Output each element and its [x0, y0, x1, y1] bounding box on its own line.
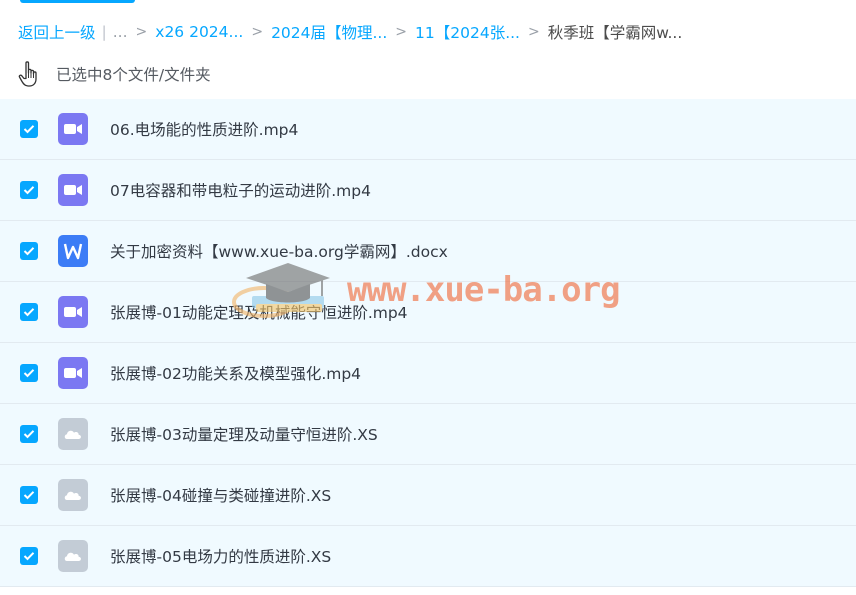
file-row[interactable]: 关于加密资料【www.xue-ba.org学霸网】.docx	[0, 221, 856, 282]
file-row[interactable]: 张展博-05电场力的性质进阶.XS	[0, 526, 856, 587]
file-list: 06.电场能的性质进阶.mp4 07电容器和带电粒子的运动进阶.mp4 关于加密…	[0, 99, 856, 587]
file-checkbox[interactable]	[20, 120, 38, 138]
file-name[interactable]: 张展博-05电场力的性质进阶.XS	[110, 545, 331, 567]
file-checkbox[interactable]	[20, 486, 38, 504]
file-row[interactable]: 07电容器和带电粒子的运动进阶.mp4	[0, 160, 856, 221]
chevron-right-icon: >	[135, 24, 148, 40]
breadcrumb-ellipsis[interactable]: ...	[113, 23, 128, 41]
breadcrumb-item-2024-physics[interactable]: 2024届【物理...	[271, 21, 387, 43]
file-name[interactable]: 06.电场能的性质进阶.mp4	[110, 118, 298, 140]
pointer-hand-icon	[18, 61, 37, 87]
file-name[interactable]: 张展博-02功能关系及模型强化.mp4	[110, 362, 361, 384]
file-row[interactable]: 张展博-02功能关系及模型强化.mp4	[0, 343, 856, 404]
video-file-icon	[58, 357, 88, 389]
breadcrumb-item-x26[interactable]: x26 2024...	[155, 23, 243, 41]
file-checkbox[interactable]	[20, 425, 38, 443]
chevron-right-icon: >	[527, 24, 540, 40]
file-name[interactable]: 07电容器和带电粒子的运动进阶.mp4	[110, 179, 371, 201]
file-row[interactable]: 张展博-03动量定理及动量守恒进阶.XS	[0, 404, 856, 465]
chevron-right-icon: >	[251, 24, 264, 40]
checkmark-icon	[23, 491, 35, 500]
file-name[interactable]: 关于加密资料【www.xue-ba.org学霸网】.docx	[110, 240, 448, 262]
file-checkbox[interactable]	[20, 181, 38, 199]
checkmark-icon	[23, 552, 35, 561]
file-name[interactable]: 张展博-01动能定理及机械能守恒进阶.mp4	[110, 301, 408, 323]
breadcrumb-current: 秋季班【学霸网w...	[547, 24, 683, 42]
word-doc-icon	[58, 235, 88, 267]
file-checkbox[interactable]	[20, 242, 38, 260]
breadcrumb: 返回上一级 | ... > x26 2024... > 2024届【物理... …	[18, 20, 682, 44]
file-browser-page: 返回上一级 | ... > x26 2024... > 2024届【物理... …	[0, 0, 856, 595]
cloud-file-icon	[58, 540, 88, 572]
file-checkbox[interactable]	[20, 547, 38, 565]
file-row[interactable]: 张展博-01动能定理及机械能守恒进阶.mp4	[0, 282, 856, 343]
active-tab-indicator	[20, 0, 135, 3]
video-file-icon	[58, 113, 88, 145]
breadcrumb-divider: |	[101, 23, 107, 41]
back-link[interactable]: 返回上一级	[18, 21, 96, 43]
file-row[interactable]: 张展博-04碰撞与类碰撞进阶.XS	[0, 465, 856, 526]
checkmark-icon	[23, 125, 35, 134]
file-name[interactable]: 张展博-03动量定理及动量守恒进阶.XS	[110, 423, 378, 445]
checkmark-icon	[23, 247, 35, 256]
checkmark-icon	[23, 308, 35, 317]
selection-bar: 已选中8个文件/文件夹	[18, 58, 211, 90]
cloud-file-icon	[58, 479, 88, 511]
video-file-icon	[58, 174, 88, 206]
cloud-file-icon	[58, 418, 88, 450]
video-file-icon	[58, 296, 88, 328]
selection-count-text: 已选中8个文件/文件夹	[56, 66, 211, 84]
file-checkbox[interactable]	[20, 364, 38, 382]
breadcrumb-item-11-2024[interactable]: 11【2024张...	[415, 21, 520, 43]
checkmark-icon	[23, 186, 35, 195]
file-row[interactable]: 06.电场能的性质进阶.mp4	[0, 99, 856, 160]
file-checkbox[interactable]	[20, 303, 38, 321]
chevron-right-icon: >	[395, 24, 408, 40]
checkmark-icon	[23, 430, 35, 439]
file-name[interactable]: 张展博-04碰撞与类碰撞进阶.XS	[110, 484, 331, 506]
checkmark-icon	[23, 369, 35, 378]
